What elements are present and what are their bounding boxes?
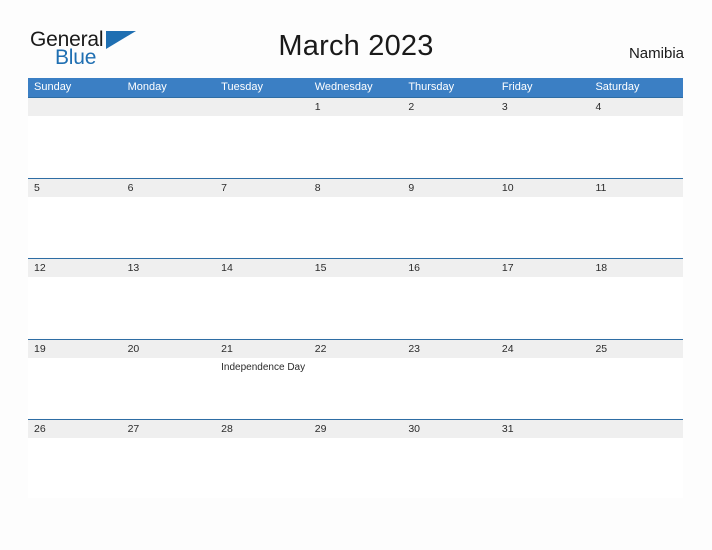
day-event [28, 438, 122, 498]
day-number[interactable]: 13 [122, 259, 216, 277]
day-event [589, 116, 683, 176]
day-event [309, 277, 403, 337]
day-number[interactable]: 7 [215, 179, 309, 197]
day-number[interactable] [122, 98, 216, 116]
day-event [496, 358, 590, 418]
day-event [402, 358, 496, 418]
week-day-numbers: 19 20 21 22 23 24 25 [28, 339, 683, 358]
day-number[interactable]: 5 [28, 179, 122, 197]
weekday-header-sunday: Sunday [34, 81, 72, 93]
day-number[interactable]: 21 [215, 340, 309, 358]
day-number[interactable]: 23 [402, 340, 496, 358]
day-event [496, 197, 590, 257]
day-event [122, 277, 216, 337]
day-number[interactable]: 29 [309, 420, 403, 438]
day-number[interactable]: 16 [402, 259, 496, 277]
day-number[interactable]: 28 [215, 420, 309, 438]
day-number[interactable]: 9 [402, 179, 496, 197]
week-day-numbers: 26 27 28 29 30 31 [28, 420, 683, 438]
day-event [589, 358, 683, 418]
week-day-numbers: 12 13 14 15 16 17 18 [28, 259, 683, 277]
day-number[interactable]: 25 [589, 340, 683, 358]
day-event [402, 438, 496, 498]
week-row: 26 27 28 29 30 31 [28, 419, 683, 500]
day-number[interactable]: 11 [589, 179, 683, 197]
day-number[interactable]: 20 [122, 340, 216, 358]
day-number[interactable]: 6 [122, 179, 216, 197]
weekday-header-thursday: Thursday [408, 81, 455, 93]
day-event [122, 438, 216, 498]
day-event [28, 116, 122, 176]
day-number[interactable]: 10 [496, 179, 590, 197]
page-title: March 2023 [278, 30, 434, 62]
day-number[interactable]: 22 [309, 340, 403, 358]
day-event [496, 277, 590, 337]
weekday-header-wednesday: Wednesday [314, 81, 373, 93]
day-number[interactable] [589, 420, 683, 438]
week-events [28, 438, 683, 498]
country-label: Namibia [628, 45, 684, 62]
day-event [122, 358, 216, 418]
day-event [28, 277, 122, 337]
day-number[interactable]: 31 [496, 420, 590, 438]
day-number[interactable]: 27 [122, 420, 216, 438]
day-number[interactable] [215, 98, 309, 116]
day-event [309, 438, 403, 498]
day-number[interactable]: 17 [496, 259, 590, 277]
day-event [402, 277, 496, 337]
day-event [589, 197, 683, 257]
day-event [28, 358, 122, 418]
weekday-header-tuesday: Tuesday [221, 81, 263, 93]
day-event [496, 438, 590, 498]
day-event [28, 197, 122, 257]
week-events [28, 277, 683, 337]
day-number[interactable] [28, 98, 122, 116]
day-event [496, 116, 590, 176]
weekday-header-friday: Friday [501, 81, 533, 93]
day-event [215, 438, 309, 498]
weekday-header-saturday: Saturday [595, 81, 640, 93]
day-number[interactable]: 8 [309, 179, 403, 197]
day-number[interactable]: 19 [28, 340, 122, 358]
day-number[interactable]: 15 [309, 259, 403, 277]
day-number[interactable]: 14 [215, 259, 309, 277]
page-header: General Blue March 2023 Namibia [0, 0, 712, 78]
day-event [402, 116, 496, 176]
week-events: Independence Day [28, 357, 683, 418]
week-day-numbers: 5 6 7 8 9 10 11 [28, 178, 683, 197]
day-event [402, 197, 496, 257]
weekday-header-monday: Monday [127, 81, 167, 93]
day-event [122, 116, 216, 176]
calendar-grid: Sunday Monday Tuesday Wednesday Thursday… [28, 78, 683, 500]
day-event [215, 116, 309, 176]
day-event [309, 116, 403, 176]
week-events [28, 196, 683, 257]
week-row: 19 20 21 22 23 24 25 Independence Day [28, 338, 683, 420]
day-number[interactable]: 4 [589, 98, 683, 116]
day-event [122, 197, 216, 257]
weekday-header-row: Sunday Monday Tuesday Wednesday Thursday… [28, 78, 683, 97]
day-number[interactable]: 18 [589, 259, 683, 277]
week-day-numbers: 1 2 3 4 [28, 98, 683, 116]
holiday-independence-day: Independence Day [221, 361, 306, 373]
day-number[interactable]: 26 [28, 420, 122, 438]
day-number[interactable]: 3 [496, 98, 590, 116]
day-event [589, 277, 683, 337]
day-number[interactable]: 30 [402, 420, 496, 438]
day-number[interactable]: 24 [496, 340, 590, 358]
day-number[interactable]: 2 [402, 98, 496, 116]
day-event [215, 197, 309, 257]
day-number[interactable]: 1 [309, 98, 403, 116]
day-event [589, 438, 683, 498]
week-row: 1 2 3 4 [28, 97, 683, 178]
day-number[interactable]: 12 [28, 259, 122, 277]
week-row: 5 6 7 8 9 10 11 [28, 177, 683, 259]
calendar-page: General Blue March 2023 Namibia Sunday M… [0, 0, 712, 550]
day-event [215, 277, 309, 337]
day-event [309, 358, 403, 418]
week-events [28, 116, 683, 176]
day-event [309, 197, 403, 257]
week-row: 12 13 14 15 16 17 18 [28, 258, 683, 339]
